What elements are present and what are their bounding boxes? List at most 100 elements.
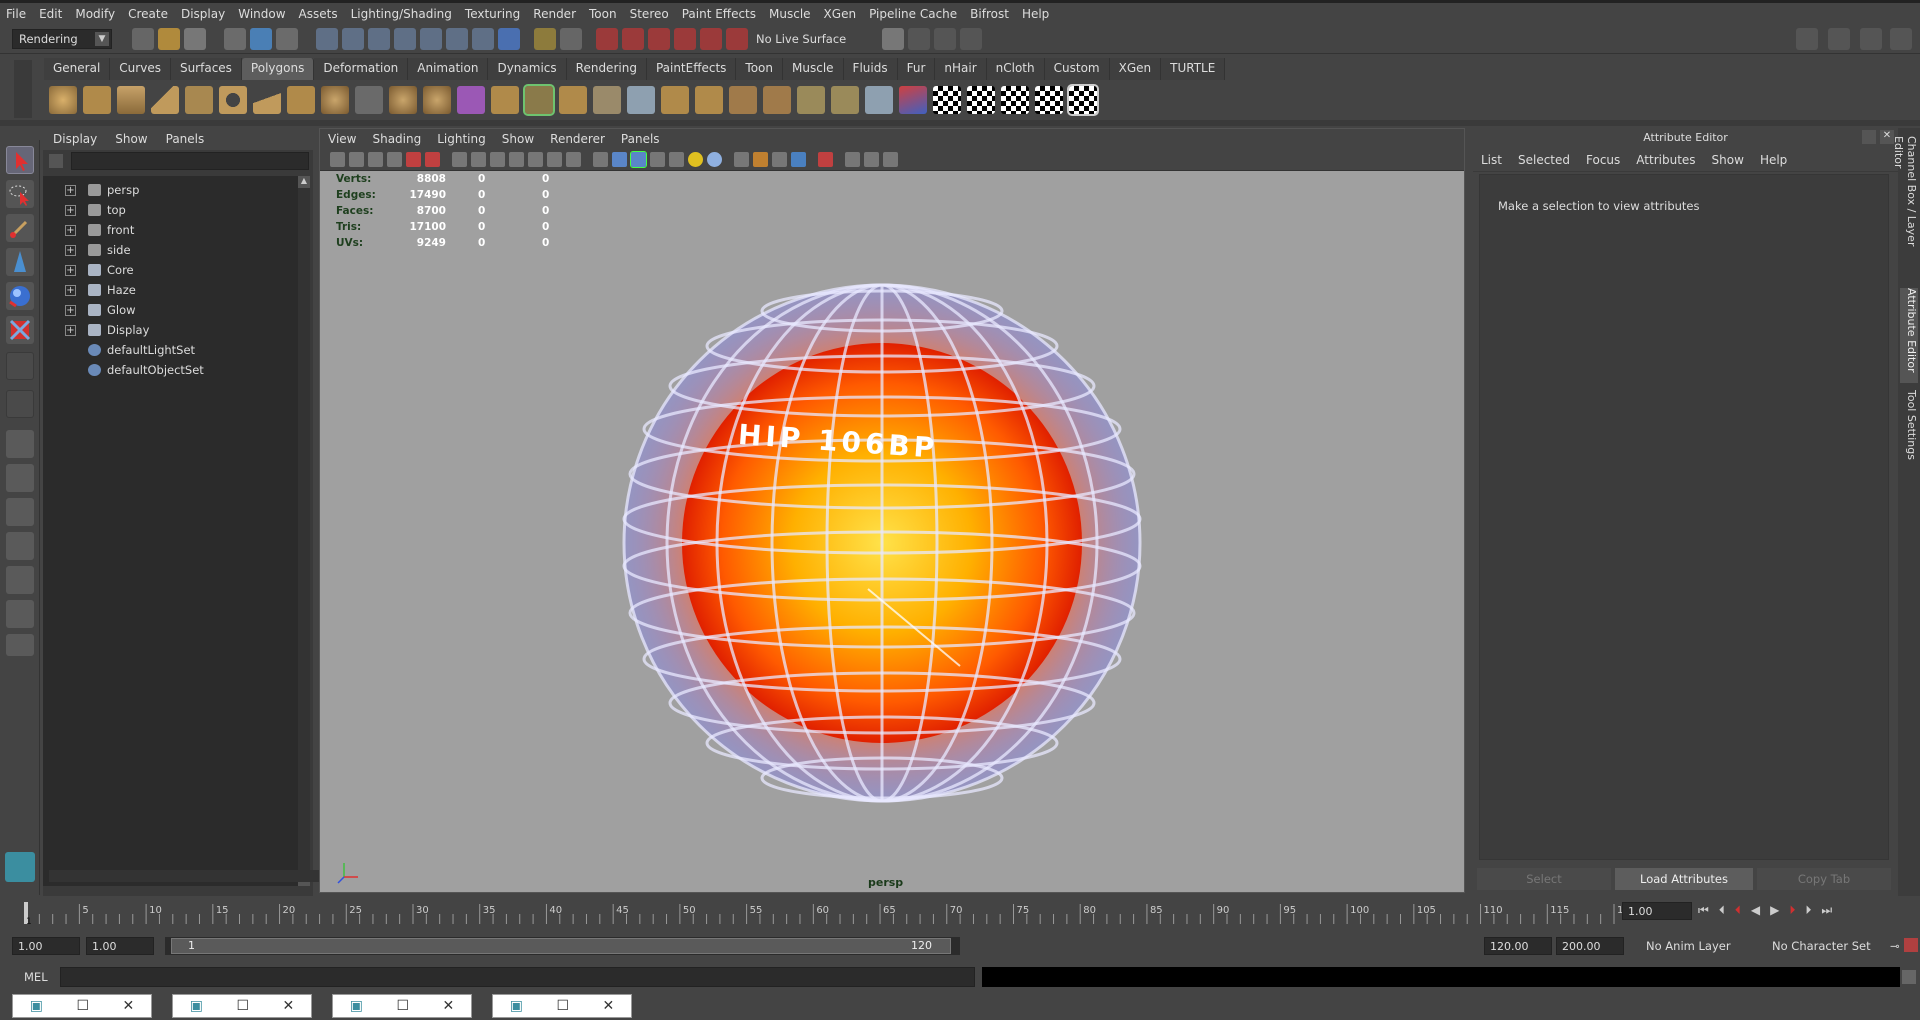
append-icon[interactable]	[559, 86, 587, 114]
menu-set-selector[interactable]: Rendering ▼	[12, 28, 112, 49]
snap-grid-icon[interactable]	[316, 27, 338, 50]
menu-lighting-shading[interactable]: Lighting/Shading	[351, 7, 452, 21]
attr-menu-attributes[interactable]: Attributes	[1636, 153, 1695, 167]
magnet-surface-icon[interactable]	[700, 27, 722, 50]
xray-active-icon[interactable]	[845, 152, 860, 167]
range-slider-bar[interactable]: 1 120	[171, 938, 951, 954]
resolution-gate-icon[interactable]	[490, 152, 505, 167]
bookmarks-icon[interactable]	[368, 152, 383, 167]
multisample-icon[interactable]	[791, 152, 806, 167]
uv-layout-icon[interactable]	[1035, 86, 1063, 114]
outliner-item-defaultlightset[interactable]: defaultLightSet	[43, 340, 298, 360]
expand-icon[interactable]: +	[65, 264, 76, 276]
key-icon[interactable]: ⊸	[1890, 939, 1900, 953]
split-icon[interactable]	[593, 86, 621, 114]
magnet-point-icon[interactable]	[648, 27, 670, 50]
smooth-icon[interactable]	[457, 86, 485, 114]
quadrangulate-icon[interactable]	[797, 86, 825, 114]
play-forward-icon[interactable]: ▶	[1770, 903, 1779, 918]
shelf-tab-toon[interactable]: Toon	[736, 58, 784, 80]
shelf-tab-dynamics[interactable]: Dynamics	[488, 58, 567, 80]
wireframe-icon[interactable]	[593, 152, 608, 167]
shelf-tab-custom[interactable]: Custom	[1044, 58, 1110, 80]
menu-xgen[interactable]: XGen	[824, 7, 857, 21]
scroll-up-icon[interactable]: ▲	[298, 176, 310, 188]
float-icon[interactable]	[1862, 130, 1876, 144]
insert-loop-icon[interactable]	[661, 86, 689, 114]
menu-toon[interactable]: Toon	[589, 7, 617, 21]
go-to-end-icon[interactable]: ⏭	[1821, 903, 1832, 918]
shelf-tab-general[interactable]: General	[44, 58, 111, 80]
save-scene-icon[interactable]	[184, 27, 206, 50]
expand-icon[interactable]: +	[65, 204, 76, 216]
close-icon[interactable]: ✕	[603, 998, 615, 1014]
outliner-menu-panels[interactable]: Panels	[166, 132, 205, 146]
attr-menu-show[interactable]: Show	[1712, 153, 1744, 167]
poly-torus-icon[interactable]	[219, 86, 247, 114]
start-time-field[interactable]: 1.00	[12, 937, 80, 955]
menu-paint-effects[interactable]: Paint Effects	[682, 7, 756, 21]
menu-render[interactable]: Render	[533, 7, 576, 21]
snap-plane-icon[interactable]	[394, 27, 416, 50]
safe-title-icon[interactable]	[566, 152, 581, 167]
preferences-icon[interactable]	[1904, 938, 1918, 952]
shelf-tab-painteffects[interactable]: PaintEffects	[646, 58, 737, 80]
outliner-menu-show[interactable]: Show	[115, 132, 147, 146]
hud-icon[interactable]	[883, 152, 898, 167]
single-perspective-layout-icon[interactable]	[6, 430, 34, 458]
uv-editor-icon[interactable]	[967, 86, 995, 114]
lasso-tool-icon[interactable]	[6, 180, 34, 208]
shelf-tab-ncloth[interactable]: nCloth	[986, 58, 1045, 80]
playback-start-field[interactable]: 1.00	[86, 937, 154, 955]
menu-stereo[interactable]: Stereo	[630, 7, 669, 21]
help-icon[interactable]	[498, 27, 520, 50]
viewport-menu-renderer[interactable]: Renderer	[550, 132, 605, 146]
new-scene-icon[interactable]	[132, 27, 154, 50]
range-slider-track[interactable]: 1 120	[165, 937, 960, 955]
menu-edit[interactable]: Edit	[39, 7, 62, 21]
expand-icon[interactable]: +	[65, 184, 76, 196]
time-ruler[interactable]: 5 10 15 20 25 30 35 40 45 50 55 60 65 70 75 80 85 90 95 100…	[14, 898, 1634, 926]
filter-icon[interactable]	[49, 154, 63, 168]
isolate-select-icon[interactable]	[818, 152, 833, 167]
minimized-window-4[interactable]: ▣ ☐ ✕	[492, 994, 632, 1018]
combine-icon[interactable]	[355, 86, 383, 114]
image-plane-icon[interactable]	[387, 152, 402, 167]
motion-blur-icon[interactable]	[772, 152, 787, 167]
time-slider[interactable]: 5 10 15 20 25 30 35 40 45 50 55 60 65 70 75 80 85 90 95 100…	[0, 898, 1920, 926]
render-region-icon[interactable]	[560, 27, 582, 50]
checker-icon[interactable]	[933, 86, 961, 114]
viewport-menu-shading[interactable]: Shading	[372, 132, 421, 146]
character-set-selector[interactable]: No Character Set	[1766, 937, 1886, 957]
shelf-menu-handle[interactable]	[14, 60, 32, 118]
shelf-tab-nhair[interactable]: nHair	[935, 58, 987, 80]
step-forward-frame-icon[interactable]: ⏵	[1789, 903, 1795, 918]
empty-tool-slot[interactable]	[6, 390, 34, 418]
close-icon[interactable]: ✕	[443, 998, 455, 1014]
anim-layer-selector[interactable]: No Anim Layer	[1640, 937, 1760, 957]
tab-channel-box[interactable]: Channel Box / Layer Editor	[1892, 136, 1918, 276]
shelf-tab-curves[interactable]: Curves	[110, 58, 171, 80]
menu-muscle[interactable]: Muscle	[769, 7, 811, 21]
gate-mask-icon[interactable]	[509, 152, 524, 167]
restore-icon[interactable]: ☐	[236, 998, 249, 1014]
poly-cylinder-icon[interactable]	[117, 86, 145, 114]
textured-icon[interactable]	[650, 152, 665, 167]
menu-create[interactable]: Create	[128, 7, 168, 21]
copy-tab-button[interactable]: Copy Tab	[1757, 868, 1891, 890]
menu-file[interactable]: File	[6, 7, 26, 21]
load-attributes-button[interactable]: Load Attributes	[1615, 868, 1753, 890]
last-tool-slot[interactable]	[6, 352, 34, 380]
move-tool-icon[interactable]	[6, 248, 34, 276]
open-scene-icon[interactable]	[158, 27, 180, 50]
shelf-tab-fur[interactable]: Fur	[897, 58, 936, 80]
persp-outliner-layout-icon[interactable]	[6, 498, 34, 526]
collapse-icon[interactable]	[729, 86, 757, 114]
field-chart-icon[interactable]	[528, 152, 543, 167]
menu-bifrost[interactable]: Bifrost	[970, 7, 1009, 21]
extrude-icon[interactable]	[491, 86, 519, 114]
xray-components-icon[interactable]	[864, 152, 879, 167]
shelf-tab-fluids[interactable]: Fluids	[843, 58, 898, 80]
ambient-occlusion-icon[interactable]	[753, 152, 768, 167]
viewport-menu-panels[interactable]: Panels	[621, 132, 660, 146]
